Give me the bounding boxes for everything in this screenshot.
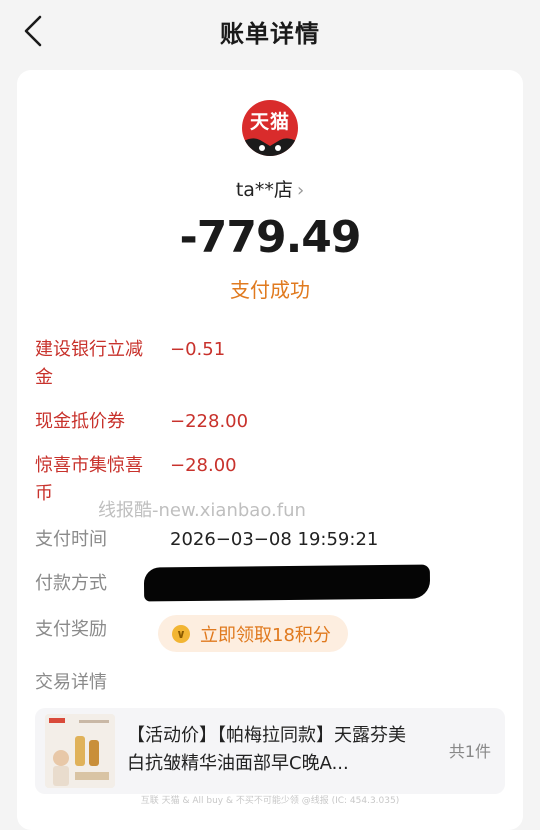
tmall-logo: 天猫 [242,100,298,156]
product-thumbnail [45,714,115,788]
product-item[interactable]: 【活动价】【帕梅拉同款】天露芬美白抗皱精华油面部早C晚A... 共1件 [35,708,505,794]
merchant-name-link[interactable]: ta**店 › [0,175,540,202]
pay-time-label: 支付时间 [35,529,107,550]
payment-status: 支付成功 [230,278,310,302]
claim-points-label: 立即领取18积分 [200,625,331,646]
product-count: 共1件 [448,742,491,761]
trade-details-label: 交易详情 [35,672,107,693]
claim-points-button[interactable]: ∨ 立即领取18积分 [158,615,348,652]
cat-face-icon [242,138,298,156]
discount-value-coupon: −228.00 [170,411,249,432]
watermark: 线报酷-new.xianbao.fun [98,500,306,521]
payment-amount: -779.49 [179,212,361,263]
logo-text: 天猫 [249,111,290,133]
discount-label-bank: 建设银行立减金 [35,339,143,388]
reward-label: 支付奖励 [35,619,107,640]
pay-time-value: 2026−03−08 19:59:21 [170,529,379,550]
merchant-name: ta**店 [235,179,293,201]
discount-value-bank: −0.51 [170,339,226,360]
page-title: 账单详情 [220,20,320,48]
footer-note: 互联 天猫 & All buy & 不买不可能少领 @线报 (IC: 454.3… [140,796,400,806]
chevron-right-icon: › [296,180,305,201]
discount-label-coupon: 现金抵价券 [35,411,125,432]
payment-method-label: 付款方式 [35,573,107,594]
coin-icon: ∨ [172,625,190,643]
navigation-bar: 账单详情 [0,0,540,62]
product-title: 【活动价】【帕梅拉同款】天露芬美白抗皱精华油面部早C晚A... [127,725,406,774]
redacted-payment-method [143,564,431,602]
discount-value-coins: −28.00 [170,455,237,476]
